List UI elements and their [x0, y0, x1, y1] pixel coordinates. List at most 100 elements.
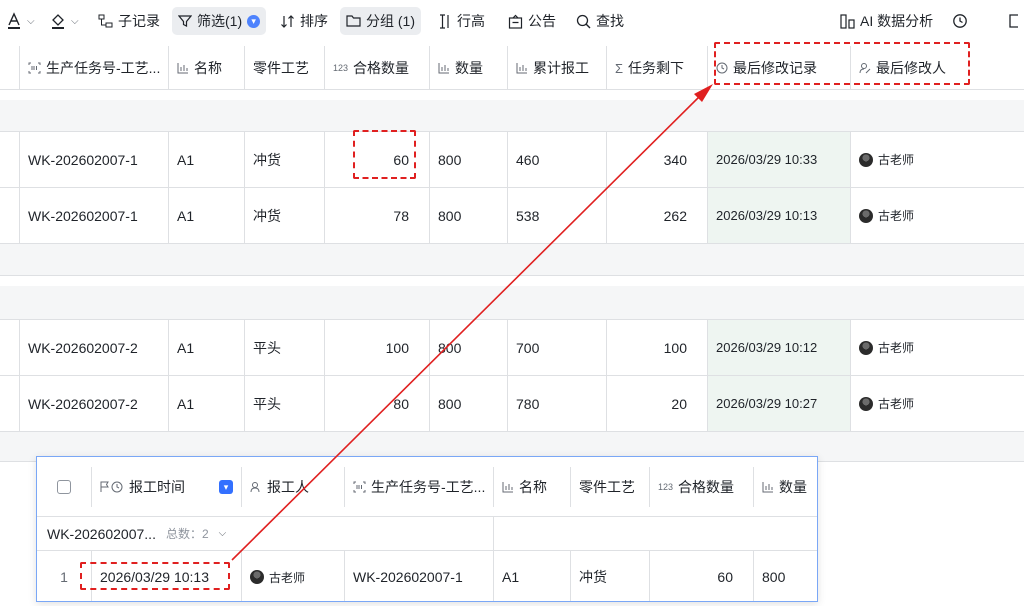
- chevron-down-icon[interactable]: ⌵: [219, 528, 227, 539]
- last-modifier-cell[interactable]: 古老师: [851, 376, 1024, 431]
- process-cell[interactable]: 平头: [245, 320, 325, 375]
- name-cell[interactable]: A1: [494, 551, 571, 601]
- qualified-cell[interactable]: 100: [325, 320, 430, 375]
- task-cell[interactable]: WK-202602007-1: [345, 551, 494, 601]
- more-button[interactable]: [1002, 7, 1024, 35]
- cumulative-cell[interactable]: 538: [508, 188, 607, 243]
- cumulative-cell[interactable]: 780: [508, 376, 607, 431]
- reporter-cell[interactable]: 古老师: [242, 551, 345, 601]
- quantity-cell[interactable]: 800: [754, 551, 817, 601]
- task-cell[interactable]: WK-202602007-1: [20, 132, 169, 187]
- qualified-cell[interactable]: 80: [325, 376, 430, 431]
- name-cell[interactable]: A1: [169, 376, 245, 431]
- user-icon: [250, 481, 262, 493]
- last-modified-cell[interactable]: 2026/03/29 10:33: [708, 132, 851, 187]
- table-row[interactable]: WK-202602007-1 A1 冲货 60 800 460 340 2026…: [0, 132, 1024, 188]
- quantity-cell[interactable]: 800: [430, 376, 508, 431]
- qualified-cell[interactable]: 60: [325, 132, 430, 187]
- barcode-icon: [28, 62, 41, 74]
- quantity-cell[interactable]: 800: [430, 188, 508, 243]
- header-qualified[interactable]: 123 合格数量: [325, 46, 430, 90]
- table-row[interactable]: WK-202602007-1 A1 冲货 78 800 538 262 2026…: [0, 188, 1024, 244]
- header-last-modifier[interactable]: 最后修改人: [851, 46, 1024, 90]
- header-qualified[interactable]: 123 合格数量: [650, 467, 754, 507]
- task-cell[interactable]: WK-202602007-1: [20, 188, 169, 243]
- last-modified-cell[interactable]: 2026/03/29 10:27: [708, 376, 851, 431]
- sort-button[interactable]: 排序: [274, 7, 334, 35]
- remaining-cell[interactable]: 340: [607, 132, 708, 187]
- task-cell[interactable]: WK-202602007-2: [20, 376, 169, 431]
- header-quantity[interactable]: 数量: [754, 467, 817, 507]
- search-button[interactable]: 查找: [570, 7, 630, 35]
- header-remaining[interactable]: Σ 任务剩下: [607, 46, 708, 90]
- last-modifier-cell[interactable]: 古老师: [851, 320, 1024, 375]
- qualified-cell[interactable]: 60: [650, 551, 754, 601]
- child-table-row[interactable]: 1 2026/03/29 10:13 古老师 WK-202602007-1 A1…: [37, 551, 817, 601]
- group-header-row[interactable]: [0, 100, 1024, 132]
- header-label: 名称: [519, 479, 547, 495]
- header-process[interactable]: 零件工艺: [571, 467, 650, 507]
- cumulative-cell[interactable]: 460: [508, 132, 607, 187]
- task-cell[interactable]: WK-202602007-2: [20, 320, 169, 375]
- header-reporter[interactable]: 报工人: [242, 467, 345, 507]
- last-modified-cell[interactable]: 2026/03/29 10:12: [708, 320, 851, 375]
- process-cell[interactable]: 平头: [245, 376, 325, 431]
- header-label: 零件工艺: [253, 60, 309, 76]
- child-group-row[interactable]: WK-202602007... 总数：2 ⌵: [37, 517, 817, 551]
- cumulative-cell[interactable]: 700: [508, 320, 607, 375]
- text-color-button[interactable]: ⌵: [0, 7, 41, 35]
- select-all-checkbox[interactable]: [57, 480, 71, 494]
- filter-button[interactable]: 筛选(1) ▾: [172, 7, 267, 35]
- last-modifier-cell[interactable]: 古老师: [851, 188, 1024, 243]
- header-name[interactable]: 名称: [494, 467, 571, 507]
- announcement-button[interactable]: 公告: [502, 7, 562, 35]
- ai-analysis-button[interactable]: AI 数据分析: [834, 7, 939, 35]
- chart-icon: [516, 62, 528, 74]
- search-icon: [576, 14, 591, 28]
- avatar: [250, 570, 264, 584]
- header-quantity[interactable]: 数量: [430, 46, 508, 90]
- filter-icon: [178, 15, 192, 27]
- name-cell[interactable]: A1: [169, 188, 245, 243]
- process-cell[interactable]: 冲货: [571, 551, 650, 601]
- qualified-cell[interactable]: 78: [325, 188, 430, 243]
- filter-applied-icon[interactable]: ▾: [219, 480, 233, 494]
- header-name[interactable]: 名称: [169, 46, 245, 90]
- group-button[interactable]: 分组 (1): [340, 7, 421, 35]
- modifier-name: 古老师: [878, 397, 915, 411]
- last-modified-cell[interactable]: 2026/03/29 10:13: [708, 188, 851, 243]
- header-label: 报工时间: [129, 479, 185, 495]
- sort-label: 排序: [300, 13, 328, 29]
- report-time-cell[interactable]: 2026/03/29 10:13: [92, 551, 242, 601]
- chevron-down-icon: ⌵: [27, 15, 35, 27]
- quantity-cell[interactable]: 800: [430, 320, 508, 375]
- remaining-cell[interactable]: 20: [607, 376, 708, 431]
- history-button[interactable]: [946, 7, 974, 35]
- subrecord-button[interactable]: 子记录: [92, 7, 166, 35]
- header-report-time[interactable]: 报工时间 ▾: [92, 467, 242, 507]
- group-header-row[interactable]: [0, 286, 1024, 320]
- remaining-cell[interactable]: 100: [607, 320, 708, 375]
- table-row[interactable]: WK-202602007-2 A1 平头 100 800 700 100 202…: [0, 320, 1024, 376]
- fill-color-button[interactable]: ⌵: [44, 7, 85, 35]
- name-cell[interactable]: A1: [169, 132, 245, 187]
- header-process[interactable]: 零件工艺: [245, 46, 325, 90]
- header-label: 数量: [455, 60, 483, 76]
- row-height-label: 行高: [457, 13, 485, 29]
- quantity-cell[interactable]: 800: [430, 132, 508, 187]
- row-height-button[interactable]: 行高: [432, 7, 491, 35]
- process-cell[interactable]: 冲货: [245, 132, 325, 187]
- last-modifier-cell[interactable]: 古老师: [851, 132, 1024, 187]
- clock-icon: [716, 62, 728, 74]
- header-last-modified[interactable]: 最后修改记录: [708, 46, 851, 90]
- header-cumulative[interactable]: 累计报工: [508, 46, 607, 90]
- folder-icon: [346, 15, 361, 27]
- table-row[interactable]: WK-202602007-2 A1 平头 80 800 780 20 2026/…: [0, 376, 1024, 432]
- process-cell[interactable]: 冲货: [245, 188, 325, 243]
- select-all-cell[interactable]: [37, 467, 92, 507]
- header-task-number[interactable]: 生产任务号-工艺...: [20, 46, 169, 90]
- modifier-name: 古老师: [878, 153, 915, 167]
- name-cell[interactable]: A1: [169, 320, 245, 375]
- header-task-number[interactable]: 生产任务号-工艺...: [345, 467, 494, 507]
- remaining-cell[interactable]: 262: [607, 188, 708, 243]
